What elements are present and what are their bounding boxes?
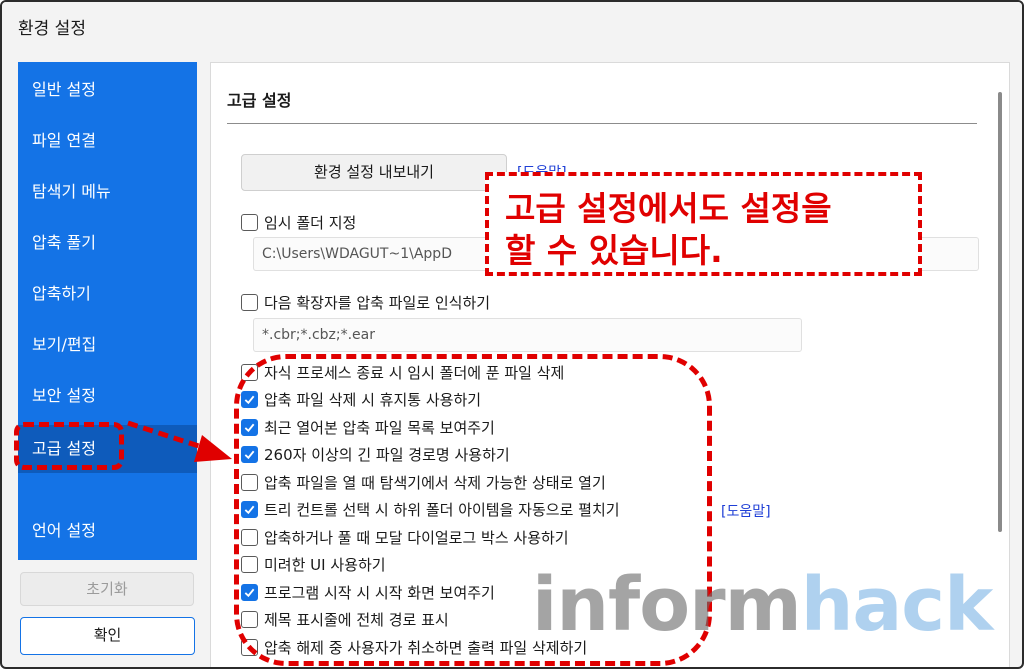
reset-button[interactable]: 초기화 <box>20 572 194 606</box>
sidebar-item-file-association[interactable]: 파일 연결 <box>18 119 197 163</box>
sidebar-item-language[interactable]: 언어 설정 <box>18 509 197 553</box>
callout-line-2: 할 수 있습니다. <box>505 231 723 270</box>
sidebar-item-compress[interactable]: 압축하기 <box>18 272 197 316</box>
tree-help-link[interactable]: [도움말] <box>721 501 771 521</box>
export-settings-button[interactable]: 환경 설정 내보내기 <box>241 154 507 191</box>
temp-folder-checkbox[interactable] <box>241 213 258 231</box>
watermark: informhack <box>532 562 994 648</box>
extension-list-field[interactable]: *.cbr;*.cbz;*.ear <box>253 318 802 352</box>
extension-checkbox[interactable] <box>241 293 258 311</box>
sidebar-item-security[interactable]: 보안 설정 <box>18 374 197 418</box>
divider <box>227 123 977 124</box>
title-bar: 환경 설정 <box>2 2 1022 48</box>
sidebar-item-explorer-menu[interactable]: 탐색기 메뉴 <box>18 170 197 214</box>
extension-option[interactable]: 다음 확장자를 압축 파일로 인식하기 <box>241 291 490 313</box>
temp-folder-label: 임시 폴더 지정 <box>264 213 357 232</box>
vertical-scrollbar[interactable] <box>998 92 1002 532</box>
sidebar-item-view-edit[interactable]: 보기/편집 <box>18 323 197 367</box>
temp-folder-option[interactable]: 임시 폴더 지정 <box>241 211 356 233</box>
settings-window: 환경 설정 일반 설정 파일 연결 탐색기 메뉴 압축 풀기 압축하기 보기/편… <box>0 0 1024 669</box>
panel-title: 고급 설정 <box>227 91 292 110</box>
highlight-nav-outline <box>14 422 124 470</box>
sidebar-item-general[interactable]: 일반 설정 <box>18 68 197 112</box>
sidebar-item-extract[interactable]: 압축 풀기 <box>18 221 197 265</box>
watermark-part-2: hack <box>800 562 994 648</box>
watermark-part-1: inform <box>532 562 802 648</box>
callout-box: 고급 설정에서도 설정을 할 수 있습니다. <box>485 172 922 276</box>
ok-button[interactable]: 확인 <box>20 617 195 655</box>
annotation-arrow-icon <box>127 420 232 462</box>
sidebar-nav: 일반 설정 파일 연결 탐색기 메뉴 압축 풀기 압축하기 보기/편집 보안 설… <box>18 62 197 560</box>
extension-label: 다음 확장자를 압축 파일로 인식하기 <box>264 293 491 312</box>
window-title: 환경 설정 <box>18 19 86 39</box>
callout-line-1: 고급 설정에서도 설정을 <box>505 189 832 228</box>
